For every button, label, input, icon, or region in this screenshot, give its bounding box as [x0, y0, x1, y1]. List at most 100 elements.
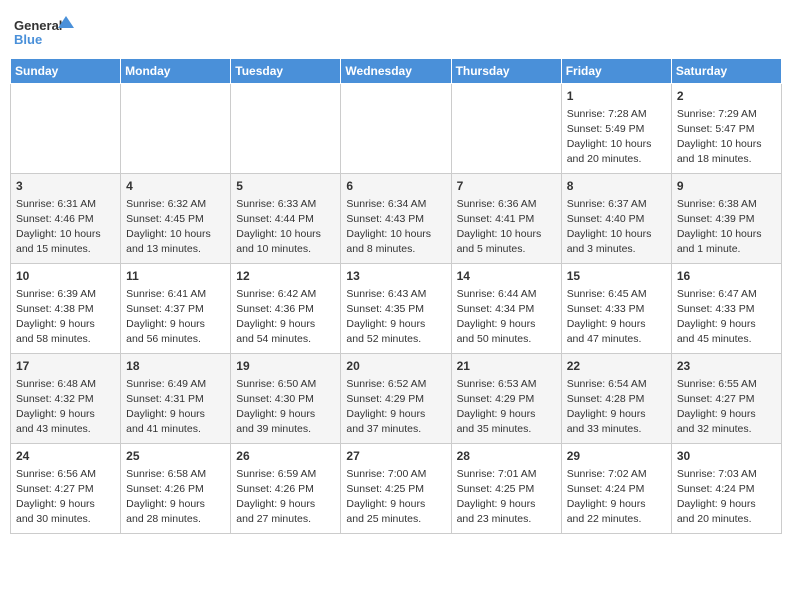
day-number: 17: [16, 358, 115, 375]
calendar-cell: 2 Sunrise: 7:29 AM Sunset: 5:47 PM Daylig…: [671, 84, 781, 174]
logo: General Blue: [14, 14, 74, 50]
calendar-cell: 4Sunrise: 6:32 AM Sunset: 4:45 PM Daylig…: [121, 174, 231, 264]
day-number: 22: [567, 358, 666, 375]
calendar-week-4: 17 Sunrise: 6:48 AM Sunset: 4:32 PM Dayli…: [11, 354, 782, 444]
day-number: 16: [677, 268, 776, 285]
day-number: 24: [16, 448, 115, 465]
calendar-cell: 26Sunrise: 6:59 AM Sunset: 4:26 PM Dayli…: [231, 444, 341, 534]
header-friday: Friday: [561, 59, 671, 84]
day-info: Sunrise: 6:53 AM Sunset: 4:29 PM Dayligh…: [457, 377, 556, 438]
day-info: Sunrise: 6:45 AM Sunset: 4:33 PM Dayligh…: [567, 287, 666, 348]
day-info: Sunrise: 6:37 AM Sunset: 4:40 PM Dayligh…: [567, 197, 666, 258]
day-number: 18: [126, 358, 225, 375]
calendar-cell: 23 Sunrise: 6:55 AM Sunset: 4:27 PM Dayli…: [671, 354, 781, 444]
day-info: Sunrise: 7:02 AM Sunset: 4:24 PM Dayligh…: [567, 467, 666, 528]
day-number: 9: [677, 178, 776, 195]
day-info: Sunrise: 6:42 AM Sunset: 4:36 PM Dayligh…: [236, 287, 335, 348]
day-info: Sunrise: 6:41 AM Sunset: 4:37 PM Dayligh…: [126, 287, 225, 348]
header-monday: Monday: [121, 59, 231, 84]
header-thursday: Thursday: [451, 59, 561, 84]
day-number: 23: [677, 358, 776, 375]
calendar-cell: 9Sunrise: 6:38 AM Sunset: 4:39 PM Daylig…: [671, 174, 781, 264]
day-number: 11: [126, 268, 225, 285]
calendar-week-3: 10 Sunrise: 6:39 AM Sunset: 4:38 PM Dayli…: [11, 264, 782, 354]
day-info: Sunrise: 6:43 AM Sunset: 4:35 PM Dayligh…: [346, 287, 445, 348]
day-info: Sunrise: 6:47 AM Sunset: 4:33 PM Dayligh…: [677, 287, 776, 348]
day-number: 5: [236, 178, 335, 195]
svg-text:Blue: Blue: [14, 32, 42, 47]
calendar-cell: 6 Sunrise: 6:34 AM Sunset: 4:43 PM Daylig…: [341, 174, 451, 264]
calendar-cell: 21 Sunrise: 6:53 AM Sunset: 4:29 PM Dayli…: [451, 354, 561, 444]
day-info: Sunrise: 6:31 AM Sunset: 4:46 PM Dayligh…: [16, 197, 115, 258]
day-number: 29: [567, 448, 666, 465]
svg-text:General: General: [14, 18, 62, 33]
day-number: 8: [567, 178, 666, 195]
day-number: 1: [567, 88, 666, 105]
calendar-cell: 16 Sunrise: 6:47 AM Sunset: 4:33 PM Dayli…: [671, 264, 781, 354]
header-saturday: Saturday: [671, 59, 781, 84]
calendar-cell: 28 Sunrise: 7:01 AM Sunset: 4:25 PM Dayli…: [451, 444, 561, 534]
calendar-cell: 5 Sunrise: 6:33 AM Sunset: 4:44 PM Daylig…: [231, 174, 341, 264]
day-info: Sunrise: 6:55 AM Sunset: 4:27 PM Dayligh…: [677, 377, 776, 438]
day-number: 12: [236, 268, 335, 285]
day-number: 30: [677, 448, 776, 465]
day-info: Sunrise: 6:54 AM Sunset: 4:28 PM Dayligh…: [567, 377, 666, 438]
calendar-cell: 12 Sunrise: 6:42 AM Sunset: 4:36 PM Dayli…: [231, 264, 341, 354]
header-wednesday: Wednesday: [341, 59, 451, 84]
day-info: Sunrise: 6:50 AM Sunset: 4:30 PM Dayligh…: [236, 377, 335, 438]
day-number: 28: [457, 448, 556, 465]
day-info: Sunrise: 7:01 AM Sunset: 4:25 PM Dayligh…: [457, 467, 556, 528]
day-number: 3: [16, 178, 115, 195]
calendar-table: SundayMondayTuesdayWednesdayThursdayFrid…: [10, 58, 782, 534]
day-number: 20: [346, 358, 445, 375]
calendar-cell: 30 Sunrise: 7:03 AM Sunset: 4:24 PM Dayli…: [671, 444, 781, 534]
header-tuesday: Tuesday: [231, 59, 341, 84]
day-number: 25: [126, 448, 225, 465]
calendar-cell: 27 Sunrise: 7:00 AM Sunset: 4:25 PM Dayli…: [341, 444, 451, 534]
day-info: Sunrise: 6:52 AM Sunset: 4:29 PM Dayligh…: [346, 377, 445, 438]
day-info: Sunrise: 6:44 AM Sunset: 4:34 PM Dayligh…: [457, 287, 556, 348]
day-info: Sunrise: 6:56 AM Sunset: 4:27 PM Dayligh…: [16, 467, 115, 528]
day-info: Sunrise: 6:34 AM Sunset: 4:43 PM Dayligh…: [346, 197, 445, 258]
calendar-cell: 15 Sunrise: 6:45 AM Sunset: 4:33 PM Dayli…: [561, 264, 671, 354]
day-info: Sunrise: 7:29 AM Sunset: 5:47 PM Dayligh…: [677, 107, 776, 168]
calendar-cell: 17 Sunrise: 6:48 AM Sunset: 4:32 PM Dayli…: [11, 354, 121, 444]
calendar-cell: [231, 84, 341, 174]
calendar-header-row: SundayMondayTuesdayWednesdayThursdayFrid…: [11, 59, 782, 84]
day-info: Sunrise: 6:36 AM Sunset: 4:41 PM Dayligh…: [457, 197, 556, 258]
day-number: 10: [16, 268, 115, 285]
day-info: Sunrise: 6:33 AM Sunset: 4:44 PM Dayligh…: [236, 197, 335, 258]
calendar-cell: [11, 84, 121, 174]
day-number: 19: [236, 358, 335, 375]
calendar-cell: 7 Sunrise: 6:36 AM Sunset: 4:41 PM Daylig…: [451, 174, 561, 264]
calendar-week-1: 1 Sunrise: 7:28 AM Sunset: 5:49 PM Daylig…: [11, 84, 782, 174]
calendar-cell: 24 Sunrise: 6:56 AM Sunset: 4:27 PM Dayli…: [11, 444, 121, 534]
day-info: Sunrise: 7:00 AM Sunset: 4:25 PM Dayligh…: [346, 467, 445, 528]
day-number: 7: [457, 178, 556, 195]
day-number: 15: [567, 268, 666, 285]
header-sunday: Sunday: [11, 59, 121, 84]
day-info: Sunrise: 7:03 AM Sunset: 4:24 PM Dayligh…: [677, 467, 776, 528]
day-info: Sunrise: 6:39 AM Sunset: 4:38 PM Dayligh…: [16, 287, 115, 348]
calendar-cell: 19 Sunrise: 6:50 AM Sunset: 4:30 PM Dayli…: [231, 354, 341, 444]
calendar-week-2: 3 Sunrise: 6:31 AM Sunset: 4:46 PM Daylig…: [11, 174, 782, 264]
day-number: 6: [346, 178, 445, 195]
day-info: Sunrise: 6:49 AM Sunset: 4:31 PM Dayligh…: [126, 377, 225, 438]
calendar-cell: 11 Sunrise: 6:41 AM Sunset: 4:37 PM Dayli…: [121, 264, 231, 354]
calendar-cell: 14Sunrise: 6:44 AM Sunset: 4:34 PM Dayli…: [451, 264, 561, 354]
calendar-cell: 22 Sunrise: 6:54 AM Sunset: 4:28 PM Dayli…: [561, 354, 671, 444]
day-number: 4: [126, 178, 225, 195]
calendar-week-5: 24 Sunrise: 6:56 AM Sunset: 4:27 PM Dayli…: [11, 444, 782, 534]
calendar-cell: 10 Sunrise: 6:39 AM Sunset: 4:38 PM Dayli…: [11, 264, 121, 354]
day-number: 2: [677, 88, 776, 105]
day-number: 21: [457, 358, 556, 375]
day-number: 27: [346, 448, 445, 465]
calendar-cell: [451, 84, 561, 174]
calendar-cell: 20 Sunrise: 6:52 AM Sunset: 4:29 PM Dayli…: [341, 354, 451, 444]
calendar-cell: 1 Sunrise: 7:28 AM Sunset: 5:49 PM Daylig…: [561, 84, 671, 174]
day-info: Sunrise: 6:48 AM Sunset: 4:32 PM Dayligh…: [16, 377, 115, 438]
calendar-cell: 13Sunrise: 6:43 AM Sunset: 4:35 PM Dayli…: [341, 264, 451, 354]
day-info: Sunrise: 7:28 AM Sunset: 5:49 PM Dayligh…: [567, 107, 666, 168]
calendar-cell: 3 Sunrise: 6:31 AM Sunset: 4:46 PM Daylig…: [11, 174, 121, 264]
calendar-cell: 25Sunrise: 6:58 AM Sunset: 4:26 PM Dayli…: [121, 444, 231, 534]
